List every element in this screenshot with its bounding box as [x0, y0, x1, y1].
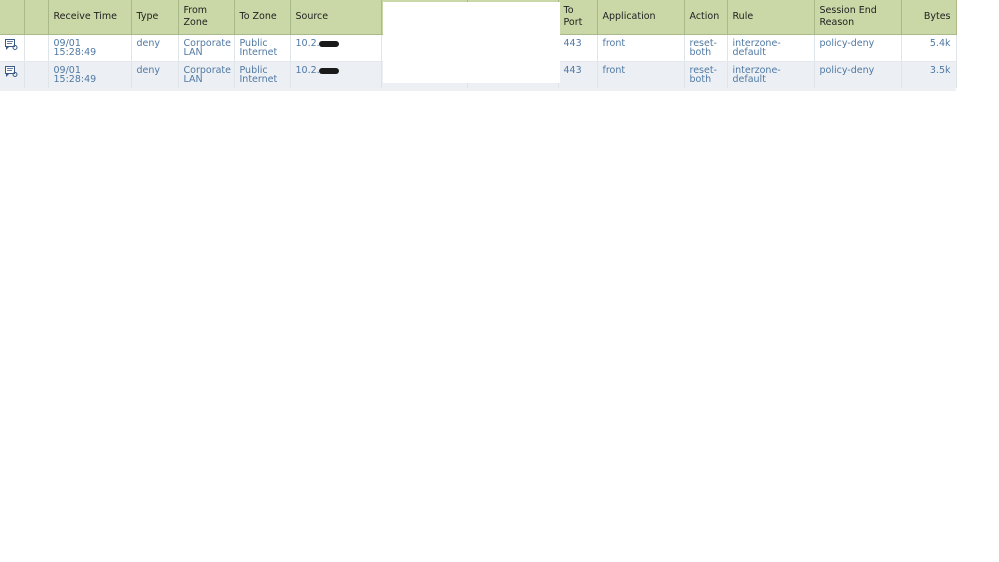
cell-source[interactable]: 10.2. — [290, 34, 382, 62]
source-ip-text: 10.2. — [295, 65, 320, 76]
column-header-bytes[interactable]: Bytes — [901, 0, 957, 35]
column-header-receive-time[interactable]: Receive Time — [48, 0, 132, 35]
redaction-mark — [318, 67, 339, 74]
cell-receive-time[interactable]: 09/01 15:28:49 — [48, 61, 132, 88]
cell-to-port[interactable]: 443 — [558, 61, 598, 88]
detail-cell — [0, 61, 25, 88]
cell-session-end-reason[interactable]: policy-deny — [814, 34, 902, 62]
column-header-source[interactable]: Source — [290, 0, 382, 35]
redaction-overlay — [383, 2, 560, 83]
column-header-application[interactable]: Application — [597, 0, 685, 35]
cell-bytes[interactable]: 3.5k — [901, 61, 957, 88]
cell-session-end-reason[interactable]: policy-deny — [814, 61, 902, 88]
column-header-from-zone[interactable]: From Zone — [178, 0, 235, 35]
column-header-blank — [24, 0, 49, 35]
cell-action[interactable]: reset-both — [684, 61, 728, 88]
cell-to-zone[interactable]: Public Internet — [234, 61, 291, 88]
log-detail-icon[interactable] — [4, 66, 18, 78]
cell-receive-time[interactable]: 09/01 15:28:49 — [48, 34, 132, 62]
cell-type[interactable]: deny — [131, 34, 179, 62]
cell-application[interactable]: front — [597, 34, 685, 62]
detail-cell — [0, 34, 25, 62]
column-header-to-port[interactable]: To Port — [558, 0, 598, 35]
source-ip-text: 10.2. — [295, 38, 320, 49]
log-detail-icon[interactable] — [4, 39, 18, 51]
cell-to-zone[interactable]: Public Internet — [234, 34, 291, 62]
cell-to-port[interactable]: 443 — [558, 34, 598, 62]
cell-rule[interactable]: interzone-default — [727, 34, 815, 62]
redaction-mark — [318, 40, 339, 47]
table-footer-strip — [0, 88, 956, 91]
blank-cell — [24, 34, 49, 62]
blank-cell — [24, 61, 49, 88]
cell-bytes[interactable]: 5.4k — [901, 34, 957, 62]
cell-source[interactable]: 10.2. — [290, 61, 382, 88]
column-header-action[interactable]: Action — [684, 0, 728, 35]
column-header-rule[interactable]: Rule — [727, 0, 815, 35]
column-header-to-zone[interactable]: To Zone — [234, 0, 291, 35]
column-header-session-end-reason[interactable]: Session End Reason — [814, 0, 902, 35]
cell-application[interactable]: front — [597, 61, 685, 88]
cell-action[interactable]: reset-both — [684, 34, 728, 62]
cell-from-zone[interactable]: Corporate LAN — [178, 61, 235, 88]
cell-rule[interactable]: interzone-default — [727, 61, 815, 88]
column-header-icon — [0, 0, 25, 35]
cell-type[interactable]: deny — [131, 61, 179, 88]
column-header-type[interactable]: Type — [131, 0, 179, 35]
cell-from-zone[interactable]: Corporate LAN — [178, 34, 235, 62]
